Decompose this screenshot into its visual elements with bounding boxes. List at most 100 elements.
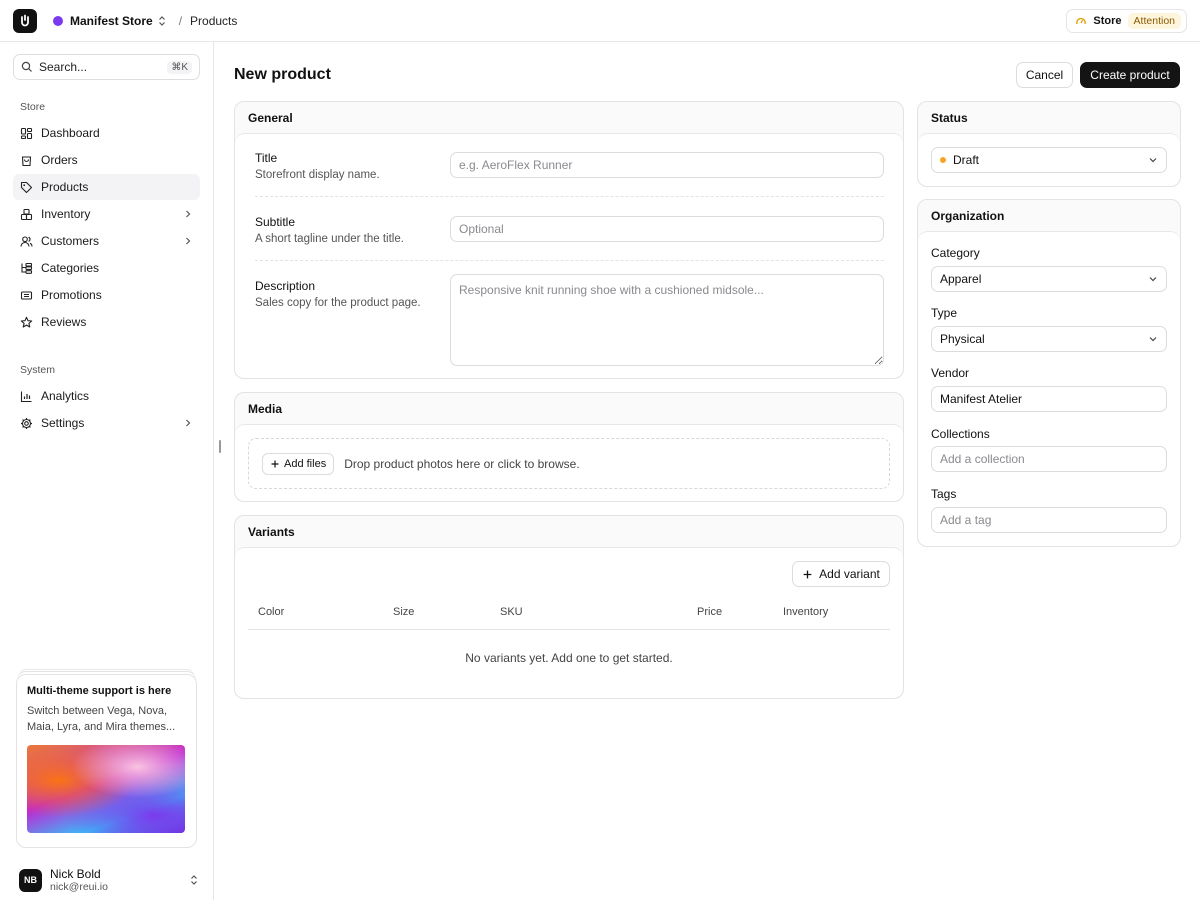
chevron-down-icon [1149,277,1157,282]
sidebar-item-label: Promotions [41,288,102,302]
collections-label: Collections [931,427,990,441]
sidebar-item-products[interactable]: Products [13,174,200,200]
promo-title: Multi-theme support is here [27,685,172,697]
column-header-price: Price [697,606,723,618]
subtitle-label: Subtitle [255,215,296,229]
sidebar-item-reviews[interactable]: Reviews [13,309,200,335]
subtitle-help: A short tagline under the title. [255,233,404,245]
chevron-updown-icon [158,15,165,26]
tag-icon [20,181,33,193]
status-select[interactable]: Draft [931,147,1167,173]
sidebar-item-label: Customers [41,234,100,248]
add-variant-label: Add variant [819,567,880,581]
title-help: Storefront display name. [255,169,380,181]
column-header-inventory: Inventory [783,606,829,618]
users-icon [20,235,33,247]
store-status-label: Store [1093,15,1122,27]
category-value: Apparel [940,272,982,286]
variants-empty-state: No variants yet. Add one to get started. [465,651,673,665]
chart-icon [20,391,32,402]
title-label: Title [255,151,278,165]
sidebar-item-label: Categories [41,261,100,275]
title-input[interactable] [450,152,884,178]
sidebar: Search... ⌘K Store Dashboard Orders Prod… [0,42,214,900]
status-value: Draft [953,153,980,167]
nav-group-store: Store [20,101,46,113]
tags-input[interactable] [931,507,1167,533]
status-card: Status Draft [917,101,1181,187]
sidebar-item-label: Reviews [41,315,87,329]
search-shortcut: ⌘K [167,60,192,74]
chevron-updown-icon [191,875,197,885]
media-dropzone[interactable]: Add files Drop product photos here or cl… [248,438,890,489]
breadcrumb-current: Products [190,13,238,28]
sidebar-resize-handle[interactable] [219,440,221,453]
add-files-label: Add files [284,457,327,470]
logo-icon [21,14,29,26]
breadcrumb-separator: / [178,13,183,28]
user-menu[interactable]: NB Nick Bold nick@reui.io [19,866,199,894]
type-select[interactable]: Physical [931,326,1167,352]
column-header-color: Color [258,606,285,618]
media-body: Add files Drop product photos here or cl… [235,424,903,501]
add-variant-button[interactable]: Add variant [792,561,890,587]
top-bar: Manifest Store / Products Store Attentio… [0,0,1200,42]
cancel-button[interactable]: Cancel [1016,62,1073,88]
store-name: Manifest Store [70,13,153,28]
type-value: Physical [940,332,985,346]
sidebar-item-analytics[interactable]: Analytics [13,383,200,409]
collections-input[interactable] [931,446,1167,472]
add-files-button[interactable]: Add files [262,452,335,475]
dashboard-icon [20,127,33,139]
vendor-input[interactable] [931,386,1167,412]
chevron-right-icon [186,237,191,245]
create-product-button[interactable]: Create product [1080,62,1180,88]
search-icon [21,61,32,72]
media-heading: Media [248,401,283,416]
app-logo[interactable] [13,8,37,33]
sidebar-item-settings[interactable]: Settings [13,410,200,436]
store-switcher[interactable]: Manifest Store [53,14,167,28]
sidebar-item-label: Settings [41,416,85,430]
store-status-pill[interactable]: Store Attention [1066,9,1187,33]
search-box[interactable]: Search... ⌘K [13,54,200,80]
tags-label: Tags [931,487,957,501]
organization-body: Category Apparel Type Physical Vendor Co… [918,231,1180,546]
description-textarea[interactable] [450,274,884,366]
ticket-icon [20,290,33,300]
sidebar-item-customers[interactable]: Customers [13,228,200,254]
promo-image [27,745,185,833]
promo-text-line2: Maia, Lyra, and Mira themes... [27,721,176,733]
promo-card[interactable]: Multi-theme support is here Switch betwe… [16,674,197,848]
gear-icon [21,417,32,429]
sidebar-item-inventory[interactable]: Inventory [13,201,200,227]
chevron-right-icon [186,210,191,218]
variants-body: Add variant Color Size SKU Price Invento… [235,547,903,698]
sidebar-item-label: Analytics [41,389,90,403]
gauge-icon [1076,17,1087,25]
divider [255,196,884,197]
plus-icon [803,570,812,578]
sidebar-item-orders[interactable]: Orders [13,147,200,173]
sidebar-item-label: Dashboard [41,126,100,140]
dropzone-text: Drop product photos here or click to bro… [344,456,580,471]
general-card: General Title Storefront display name. S… [234,101,904,379]
subtitle-input[interactable] [450,216,884,242]
chevron-down-icon [1149,337,1157,342]
page-title: New product [234,66,331,83]
store-color-dot [53,15,63,26]
chevron-down-icon [1149,158,1157,163]
category-select[interactable]: Apparel [931,266,1167,292]
promo-text-line1: Switch between Vega, Nova, [27,705,168,717]
inventory-icon [20,208,33,220]
search-placeholder: Search... [39,60,88,74]
variants-heading: Variants [248,524,295,539]
sidebar-item-promotions[interactable]: Promotions [13,282,200,308]
sidebar-item-dashboard[interactable]: Dashboard [13,120,200,146]
sidebar-item-categories[interactable]: Categories [13,255,200,281]
nav-group-system: System [20,364,56,376]
variants-card: Variants Add variant Color Size SKU Pric… [234,515,904,699]
divider [255,260,884,261]
organization-card: Organization Category Apparel Type Physi… [917,199,1181,547]
general-body: Title Storefront display name. Subtitle … [235,133,903,378]
